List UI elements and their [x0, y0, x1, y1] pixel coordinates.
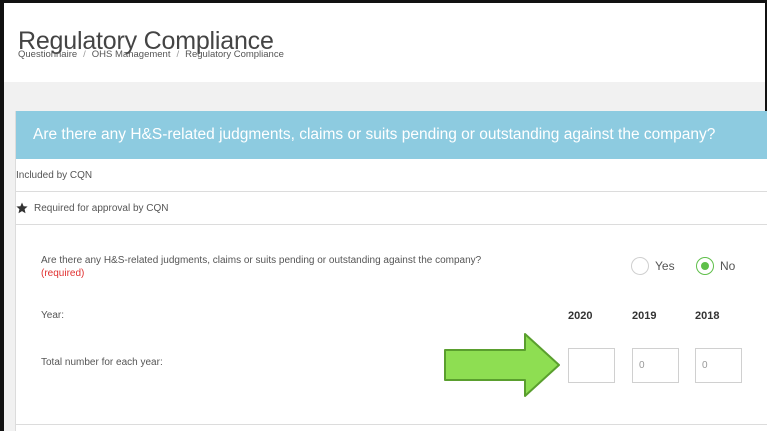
total-2019-input[interactable] — [632, 348, 679, 383]
star-icon — [16, 202, 28, 214]
year-2020-header: 2020 — [568, 310, 593, 322]
right-arrow-icon — [444, 333, 560, 397]
total-label: Total number for each year: — [41, 357, 163, 368]
required-for-approval-row: Required for approval by CQN — [16, 192, 767, 225]
year-label: Year: — [41, 310, 64, 321]
year-2018-header: 2018 — [695, 310, 720, 322]
panel-header: Are there any H&S-related judgments, cla… — [16, 111, 767, 159]
question-text: Are there any H&S-related judgments, cla… — [41, 255, 482, 266]
radio-no[interactable]: No — [696, 257, 735, 275]
radio-yes-circle[interactable] — [631, 257, 649, 275]
question-panel: Are there any H&S-related judgments, cla… — [15, 111, 767, 431]
breadcrumb-separator: / — [176, 49, 180, 60]
included-by-row: Included by CQN — [16, 159, 767, 192]
radio-yes[interactable]: Yes — [631, 257, 675, 275]
breadcrumb-current: Regulatory Compliance — [185, 49, 284, 60]
breadcrumb-questionnaire[interactable]: Questionnaire — [18, 49, 77, 60]
required-label: (required) — [41, 268, 85, 279]
panel-divider — [16, 424, 767, 425]
total-2018-input[interactable] — [695, 348, 742, 383]
breadcrumb: Questionnaire / OHS Management / Regulatory … — [18, 49, 284, 60]
radio-no-circle[interactable] — [696, 257, 714, 275]
radio-no-label: No — [720, 259, 736, 273]
question-label: Are there any H&S-related judgments, cla… — [41, 254, 601, 280]
total-2020-input[interactable] — [568, 348, 615, 383]
breadcrumb-separator: / — [83, 49, 86, 60]
required-for-approval-text: Required for approval by CQN — [34, 202, 169, 214]
radio-yes-label: Yes — [655, 259, 675, 273]
included-by-text: Included by CQN — [16, 169, 93, 181]
breadcrumb-ohs-management[interactable]: OHS Management — [92, 49, 171, 60]
year-2019-header: 2019 — [632, 310, 657, 322]
